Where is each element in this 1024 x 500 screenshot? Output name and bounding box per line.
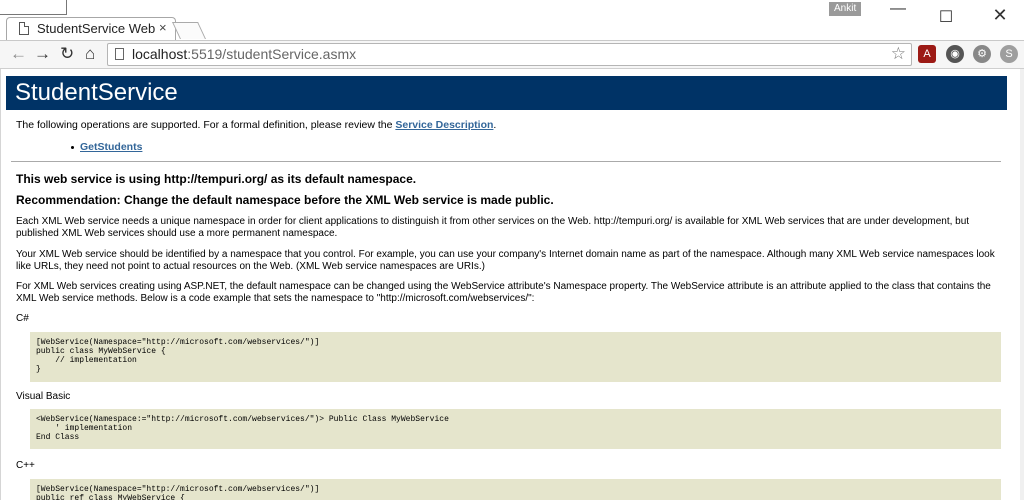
intro-label: The following operations are supported. … <box>16 119 396 131</box>
paragraph-aspnet-namespace: For XML Web services creating using ASP.… <box>16 281 991 304</box>
browser-toolbar: ← → ↻ ⌂ localhost:5519/studentService.as… <box>0 40 1024 69</box>
page-info-icon[interactable] <box>115 48 124 60</box>
tab-title: StudentService Web <box>37 21 155 36</box>
intro-text: The following operations are supported. … <box>16 119 496 131</box>
globe-icon[interactable]: ◉ <box>946 45 964 63</box>
paragraph-namespace-control: Your XML Web service should be identifie… <box>16 249 995 272</box>
minimize-button[interactable]: — <box>883 0 913 18</box>
paragraph-namespace-need: Each XML Web service needs a unique name… <box>16 216 970 239</box>
bookmark-star-icon[interactable]: ☆ <box>891 44 906 64</box>
operation-link-getstudents[interactable]: GetStudents <box>80 141 142 153</box>
window-edge-mark <box>66 0 67 14</box>
language-label-vb: Visual Basic <box>16 391 71 402</box>
language-label-cpp: C++ <box>16 460 35 471</box>
code-block-vb: <WebService(Namespace:="http://microsoft… <box>30 409 1001 449</box>
intro-end: . <box>493 119 497 131</box>
browser-tab[interactable]: StudentService Web × <box>6 17 176 40</box>
page-content: StudentService The following operations … <box>0 69 1020 500</box>
home-icon[interactable]: ⌂ <box>85 44 95 64</box>
title-bar: StudentService Web × Ankit — ☐ ✕ <box>0 0 1024 40</box>
back-arrow-icon[interactable]: ← <box>10 44 27 64</box>
page-title: StudentService <box>6 76 1007 110</box>
namespace-warning: This web service is using http://tempuri… <box>16 172 417 186</box>
divider <box>11 161 1001 162</box>
new-tab-button[interactable] <box>172 22 206 39</box>
operation-list-item: GetStudents <box>71 141 142 153</box>
forward-arrow-icon[interactable]: → <box>34 44 51 64</box>
maximize-button[interactable]: ☐ <box>931 7 961 27</box>
namespace-recommendation: Recommendation: Change the default names… <box>16 193 554 207</box>
code-block-cpp: [WebService(Namespace="http://microsoft.… <box>30 479 1001 500</box>
url-text[interactable]: localhost:5519/studentService.asmx <box>132 46 356 62</box>
reload-icon[interactable]: ↻ <box>60 44 74 64</box>
page-icon <box>19 22 29 35</box>
service-description-link[interactable]: Service Description <box>395 119 493 131</box>
address-bar[interactable]: localhost:5519/studentService.asmx ☆ <box>107 43 912 66</box>
url-host: localhost <box>132 46 188 62</box>
url-path: :5519/studentService.asmx <box>187 46 357 62</box>
menu-icon[interactable]: ⋮ <box>1020 43 1024 55</box>
window-edge-mark <box>0 14 67 15</box>
code-block-csharp: [WebService(Namespace="http://microsoft.… <box>30 332 1001 382</box>
settings-icon[interactable]: ⚙ <box>973 45 991 63</box>
bullet-icon <box>71 145 74 149</box>
close-window-button[interactable]: ✕ <box>985 5 1015 26</box>
profile-badge[interactable]: Ankit <box>829 2 862 16</box>
language-label-csharp: C# <box>16 313 29 324</box>
pdf-icon[interactable]: A <box>918 45 936 63</box>
skype-icon[interactable]: S <box>1000 45 1018 63</box>
tab-close-icon[interactable]: × <box>159 20 167 35</box>
scrollbar[interactable] <box>1020 69 1024 500</box>
